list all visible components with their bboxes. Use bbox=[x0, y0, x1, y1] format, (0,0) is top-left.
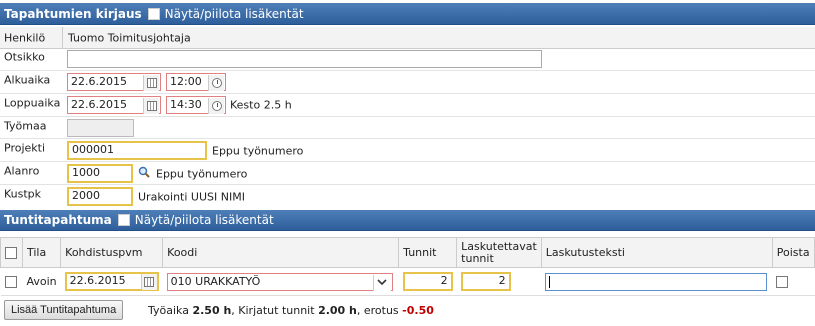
row-status: Avoin bbox=[22, 267, 61, 296]
projekti-input[interactable]: 000001 bbox=[67, 141, 207, 160]
calendar-icon[interactable] bbox=[140, 274, 157, 290]
tyoaika-value: 2.50 h bbox=[192, 304, 232, 317]
alkuaika-time-value: 12:00 bbox=[170, 75, 202, 88]
column-header-kohdistuspvm: Kohdistuspvm bbox=[60, 237, 164, 268]
laskutettavat-input[interactable]: 2 bbox=[460, 272, 511, 291]
row-select-checkbox[interactable] bbox=[4, 276, 17, 288]
column-header-laskutettavat-line2: tunnit bbox=[461, 251, 494, 265]
hours-table: Tila Kohdistuspvm Koodi Tunnit Laskutett… bbox=[0, 237, 815, 296]
otsikko-input[interactable] bbox=[67, 50, 542, 68]
kustpk-input[interactable]: 2000 bbox=[67, 187, 133, 206]
henkilo-label: Henkilö bbox=[4, 31, 46, 44]
add-hour-entry-button[interactable]: Lisää Tuntitapahtuma bbox=[4, 300, 124, 320]
projekti-name: Eppu työnumero bbox=[212, 144, 304, 158]
kohdistuspvm-input[interactable]: 22.6.2015 bbox=[64, 272, 159, 291]
alkuaika-label: Alkuaika bbox=[4, 73, 51, 87]
tyomaa-input[interactable] bbox=[67, 119, 134, 137]
toggle-extra-fields-label[interactable]: Näytä/piilota lisäkentät bbox=[135, 213, 274, 227]
laskutusteksti-input[interactable] bbox=[545, 272, 768, 291]
loppuaika-date-value: 22.6.2015 bbox=[71, 98, 127, 111]
chevron-down-icon[interactable] bbox=[372, 274, 391, 291]
toggle-extra-fields-checkbox[interactable] bbox=[147, 7, 160, 20]
header-bar: Tapahtumien kirjaus Näytä/piilota lisäke… bbox=[0, 3, 815, 25]
column-header-poista: Poista bbox=[771, 237, 815, 268]
column-header-koodi: Koodi bbox=[162, 237, 400, 268]
calendar-icon[interactable] bbox=[143, 98, 159, 114]
tyoaika-label: Työaika bbox=[148, 304, 189, 317]
koodi-value: 010 URAKKATYÖ bbox=[170, 274, 261, 288]
page-title: Tapahtumien kirjaus bbox=[4, 6, 142, 21]
tyomaa-label: Työmaa bbox=[4, 119, 47, 133]
select-all-column bbox=[0, 237, 23, 268]
tyomaa-row: Työmaa bbox=[0, 117, 815, 139]
clock-icon[interactable] bbox=[208, 98, 224, 114]
alanro-input[interactable]: 1000 bbox=[67, 164, 133, 183]
kustpk-row: Kustpk 2000 Urakointi UUSI NIMI bbox=[0, 185, 815, 208]
tunnit-input[interactable]: 2 bbox=[402, 272, 453, 291]
column-header-tila: Tila bbox=[21, 237, 62, 268]
delete-row-checkbox[interactable] bbox=[776, 276, 789, 288]
column-header-laskutettavat: Laskutettavat tunnit bbox=[456, 237, 542, 268]
time-summary: Työaika 2.50 h, Kirjatut tunnit 2.00 h, … bbox=[148, 304, 434, 317]
erotus-value: -0.50 bbox=[402, 304, 434, 317]
alkuaika-date-value: 22.6.2015 bbox=[71, 75, 127, 88]
duration-text: Kesto 2.5 h bbox=[230, 98, 292, 112]
loppuaika-row: Loppuaika 22.6.2015 14:30 Kesto 2.5 h bbox=[0, 94, 815, 117]
kohdistuspvm-value: 22.6.2015 bbox=[69, 274, 126, 287]
alanro-row: Alanro 1000 Eppu työnumero bbox=[0, 162, 815, 185]
toggle-extra-fields-label[interactable]: Näytä/piilota lisäkentät bbox=[165, 7, 304, 21]
alkuaika-time-input[interactable]: 12:00 bbox=[166, 73, 226, 91]
clock-icon[interactable] bbox=[208, 75, 224, 91]
kustpk-name: Urakointi UUSI NIMI bbox=[138, 190, 245, 204]
alanro-name: Eppu työnumero bbox=[156, 167, 248, 181]
henkilo-value: Tuomo Toimitusjohtaja bbox=[68, 31, 191, 44]
loppuaika-date-input[interactable]: 22.6.2015 bbox=[67, 96, 161, 114]
toggle-extra-fields-checkbox[interactable] bbox=[117, 214, 130, 226]
alkuaika-date-input[interactable]: 22.6.2015 bbox=[67, 73, 161, 91]
loppuaika-time-input[interactable]: 14:30 bbox=[166, 96, 226, 114]
loppuaika-time-value: 14:30 bbox=[170, 98, 202, 111]
column-header-tunnit: Tunnit bbox=[398, 237, 458, 268]
otsikko-row: Otsikko bbox=[0, 49, 815, 71]
table-row: Avoin 22.6.2015 010 URAKKATYÖ 2 2 bbox=[0, 267, 815, 296]
projekti-label: Projekti bbox=[4, 141, 46, 155]
projekti-row: Projekti 000001 Eppu työnumero bbox=[0, 139, 815, 162]
text-cursor bbox=[549, 275, 551, 288]
alanro-label: Alanro bbox=[4, 164, 40, 178]
loppuaika-label: Loppuaika bbox=[4, 96, 61, 110]
select-all-checkbox[interactable] bbox=[5, 246, 17, 259]
section-bar: Tuntitapahtuma Näytä/piilota lisäkentät bbox=[0, 210, 815, 231]
alkuaika-row: Alkuaika 22.6.2015 12:00 bbox=[0, 71, 815, 94]
kirjatut-value: 2.00 h bbox=[318, 304, 357, 317]
otsikko-label: Otsikko bbox=[4, 50, 45, 64]
koodi-select[interactable]: 010 URAKKATYÖ bbox=[166, 272, 393, 291]
kirjatut-label: , Kirjatut tunnit bbox=[231, 304, 315, 317]
kustpk-label: Kustpk bbox=[4, 187, 42, 201]
column-header-laskutusteksti: Laskutusteksti bbox=[540, 237, 773, 268]
calendar-icon[interactable] bbox=[143, 75, 159, 91]
erotus-label: , erotus bbox=[356, 304, 399, 317]
section-title: Tuntitapahtuma bbox=[4, 213, 112, 227]
search-icon[interactable] bbox=[138, 166, 150, 178]
henkilo-row: Henkilö Tuomo Toimitusjohtaja bbox=[0, 27, 815, 49]
